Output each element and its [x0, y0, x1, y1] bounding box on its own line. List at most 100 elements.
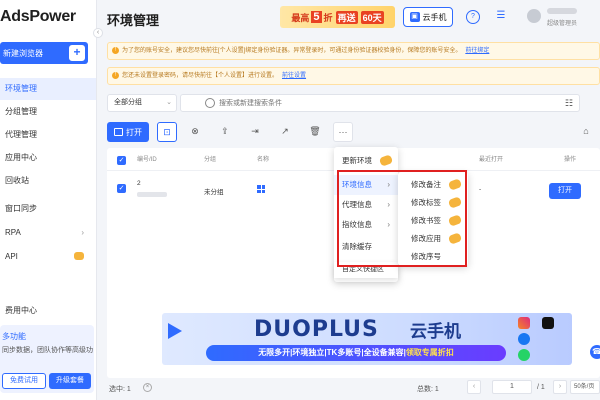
sidebar-nav: 环境管理 分组管理 代理管理 应用中心 回收站 [0, 78, 96, 193]
search-input[interactable] [219, 96, 519, 110]
user-name-redacted [547, 8, 577, 14]
banner-days: 60天 [360, 10, 384, 24]
ad-slogan-b: 领取专属折扣 [405, 348, 454, 357]
submenu-item-label: 修改书签 [411, 216, 441, 225]
list-icon[interactable]: ☰ [494, 10, 508, 24]
promo-title: 多功能 [2, 332, 26, 341]
col-header-name: 名称 [257, 157, 270, 163]
clear-selection-icon[interactable]: × [143, 383, 152, 392]
gold-badge-icon [447, 178, 463, 191]
notice-link[interactable]: 前往绑定 [465, 48, 489, 54]
menu-item-update-env[interactable]: 更新环境 [334, 151, 398, 171]
submenu-item-label: 修改应用 [411, 234, 441, 243]
ad-slogan-a: 无限多开|环境独立|TK多账号|全设备兼容| [258, 348, 406, 357]
sidebar-item-apps[interactable]: 应用中心 [0, 147, 96, 169]
submenu-item-edit-serial[interactable]: 修改序号 [398, 248, 468, 266]
submenu-item-edit-remark[interactable]: 修改备注 [398, 176, 468, 194]
support-icon[interactable]: ☎ [590, 345, 600, 359]
open-button[interactable]: 打开 [107, 122, 149, 142]
row-open-button[interactable]: 打开 [549, 183, 581, 199]
sidebar-item-billing[interactable]: 费用中心 [0, 300, 96, 322]
menu-item-clear-cache[interactable]: 清除缓存 [334, 237, 398, 257]
page-of: / 1 [537, 384, 545, 391]
sidebar-item-rpa[interactable]: RPA › [0, 222, 96, 244]
submenu-item-label: 修改序号 [411, 252, 441, 261]
menu-item-proxy-info[interactable]: 代理信息 › [334, 195, 398, 215]
sidebar-item-label: RPA [5, 228, 21, 237]
robot-icon[interactable]: ⊡ [157, 122, 177, 142]
gold-badge-icon [74, 252, 84, 260]
filter-icon[interactable]: ☷ [565, 98, 573, 109]
warning-icon: ! [112, 47, 119, 54]
col-header-action: 操作 [564, 157, 577, 163]
upload-icon[interactable]: ⇪ [215, 122, 235, 142]
row-last-open: - [479, 186, 482, 193]
gold-badge-icon [378, 154, 394, 167]
row-checkbox[interactable]: ✓ [117, 184, 126, 193]
arrow-icon [168, 323, 182, 339]
notice-link[interactable]: 前往设置 [282, 73, 306, 79]
notice-text: 您还未设置登录密码，请尽快前往【个人设置】进行设置。 [122, 73, 279, 79]
row-number: 2 [137, 180, 141, 187]
free-trial-button[interactable]: 免费试用 [2, 373, 46, 389]
trash-icon[interactable]: 🗑 [305, 122, 325, 142]
submenu-item-edit-tags[interactable]: 修改标签 [398, 194, 468, 212]
menu-item-label: 指纹信息 [342, 220, 372, 229]
search-icon [205, 98, 215, 108]
more-icon[interactable]: ··· [333, 122, 353, 142]
chevron-right-icon: › [387, 220, 390, 229]
user-profile[interactable]: 超级管理员 [527, 6, 600, 28]
tag-icon[interactable]: ⌂ [576, 122, 596, 142]
menu-item-fingerprint-info[interactable]: 指纹信息 › [334, 215, 398, 235]
duoplus-ad-banner[interactable]: DUOPLUS 云手机 无限多开|环境独立|TK多账号|全设备兼容|领取专属折扣 [162, 313, 572, 365]
ad-product: 云手机 [410, 322, 461, 341]
menu-item-label: 清除缓存 [342, 242, 372, 251]
collapse-sidebar-icon[interactable]: ‹ [93, 28, 103, 38]
notice-set-password: ! 您还未设置登录密码，请尽快前往【个人设置】进行设置。 前往设置 [107, 67, 600, 85]
tiktok-icon [542, 317, 554, 329]
ad-brand: DUOPLUS [254, 317, 379, 342]
cloud-phone-button[interactable]: ▣ 云手机 [403, 7, 453, 27]
sidebar-item-env[interactable]: 环境管理 [0, 78, 96, 100]
sidebar-item-label: API [5, 252, 18, 261]
next-page-button[interactable]: › [553, 380, 567, 394]
new-browser-button[interactable]: 新建浏览器 + [0, 42, 88, 64]
help-icon[interactable]: ? [466, 10, 480, 24]
col-header-id: 编号/ID [137, 157, 157, 163]
page-size-select[interactable]: 50条/页 [570, 380, 600, 394]
col-header-group: 分组 [204, 157, 217, 163]
user-role: 超级管理员 [547, 21, 578, 27]
avatar [527, 9, 541, 23]
group-select-value: 全部分组 [114, 99, 142, 106]
close-circle-icon[interactable]: ⊗ [185, 122, 205, 142]
submenu-item-edit-bookmarks[interactable]: 修改书签 [398, 212, 468, 230]
menu-item-env-info[interactable]: 环境信息 › [334, 175, 398, 195]
notice-text: 为了您的账号安全，建议您尽快前往[个人设置]绑定身份验证器。异常登录时，可通过身… [122, 48, 462, 54]
total-count: 总数: 1 [417, 386, 439, 393]
import-icon[interactable]: ⇥ [245, 122, 265, 142]
add-icon[interactable]: + [69, 45, 85, 61]
banner-pre: 最高 [291, 12, 310, 23]
new-browser-label: 新建浏览器 [3, 48, 43, 58]
sidebar-item-api[interactable]: API [0, 246, 96, 268]
warning-icon: ! [112, 72, 119, 79]
submenu-item-edit-apps[interactable]: 修改应用 [398, 230, 468, 248]
sidebar-item-trash[interactable]: 回收站 [0, 170, 96, 192]
search-box[interactable]: ☷ [180, 94, 580, 112]
sidebar-item-window-sync[interactable]: 窗口同步 [0, 198, 96, 220]
menu-item-custom-shortcut[interactable]: 自定义快捷区 [334, 262, 398, 278]
promo-banner[interactable]: 最高 5 折 再送 60天 [280, 6, 395, 28]
chevron-right-icon: › [81, 228, 84, 237]
phone-icon: ▣ [409, 12, 420, 22]
upgrade-button[interactable]: 升级套餐 [49, 373, 91, 389]
sidebar-item-proxy[interactable]: 代理管理 [0, 124, 96, 146]
page-title: 环境管理 [107, 13, 160, 28]
share-icon[interactable]: ↗ [275, 122, 295, 142]
page-input[interactable]: 1 [492, 380, 532, 394]
menu-item-label: 代理信息 [342, 200, 372, 209]
sidebar-item-groups[interactable]: 分组管理 [0, 101, 96, 123]
prev-page-button[interactable]: ‹ [467, 380, 481, 394]
banner-mid: 再送 [335, 10, 358, 24]
group-select[interactable]: 全部分组 ⌄ [107, 94, 177, 112]
select-all-checkbox[interactable]: ✓ [117, 156, 126, 165]
